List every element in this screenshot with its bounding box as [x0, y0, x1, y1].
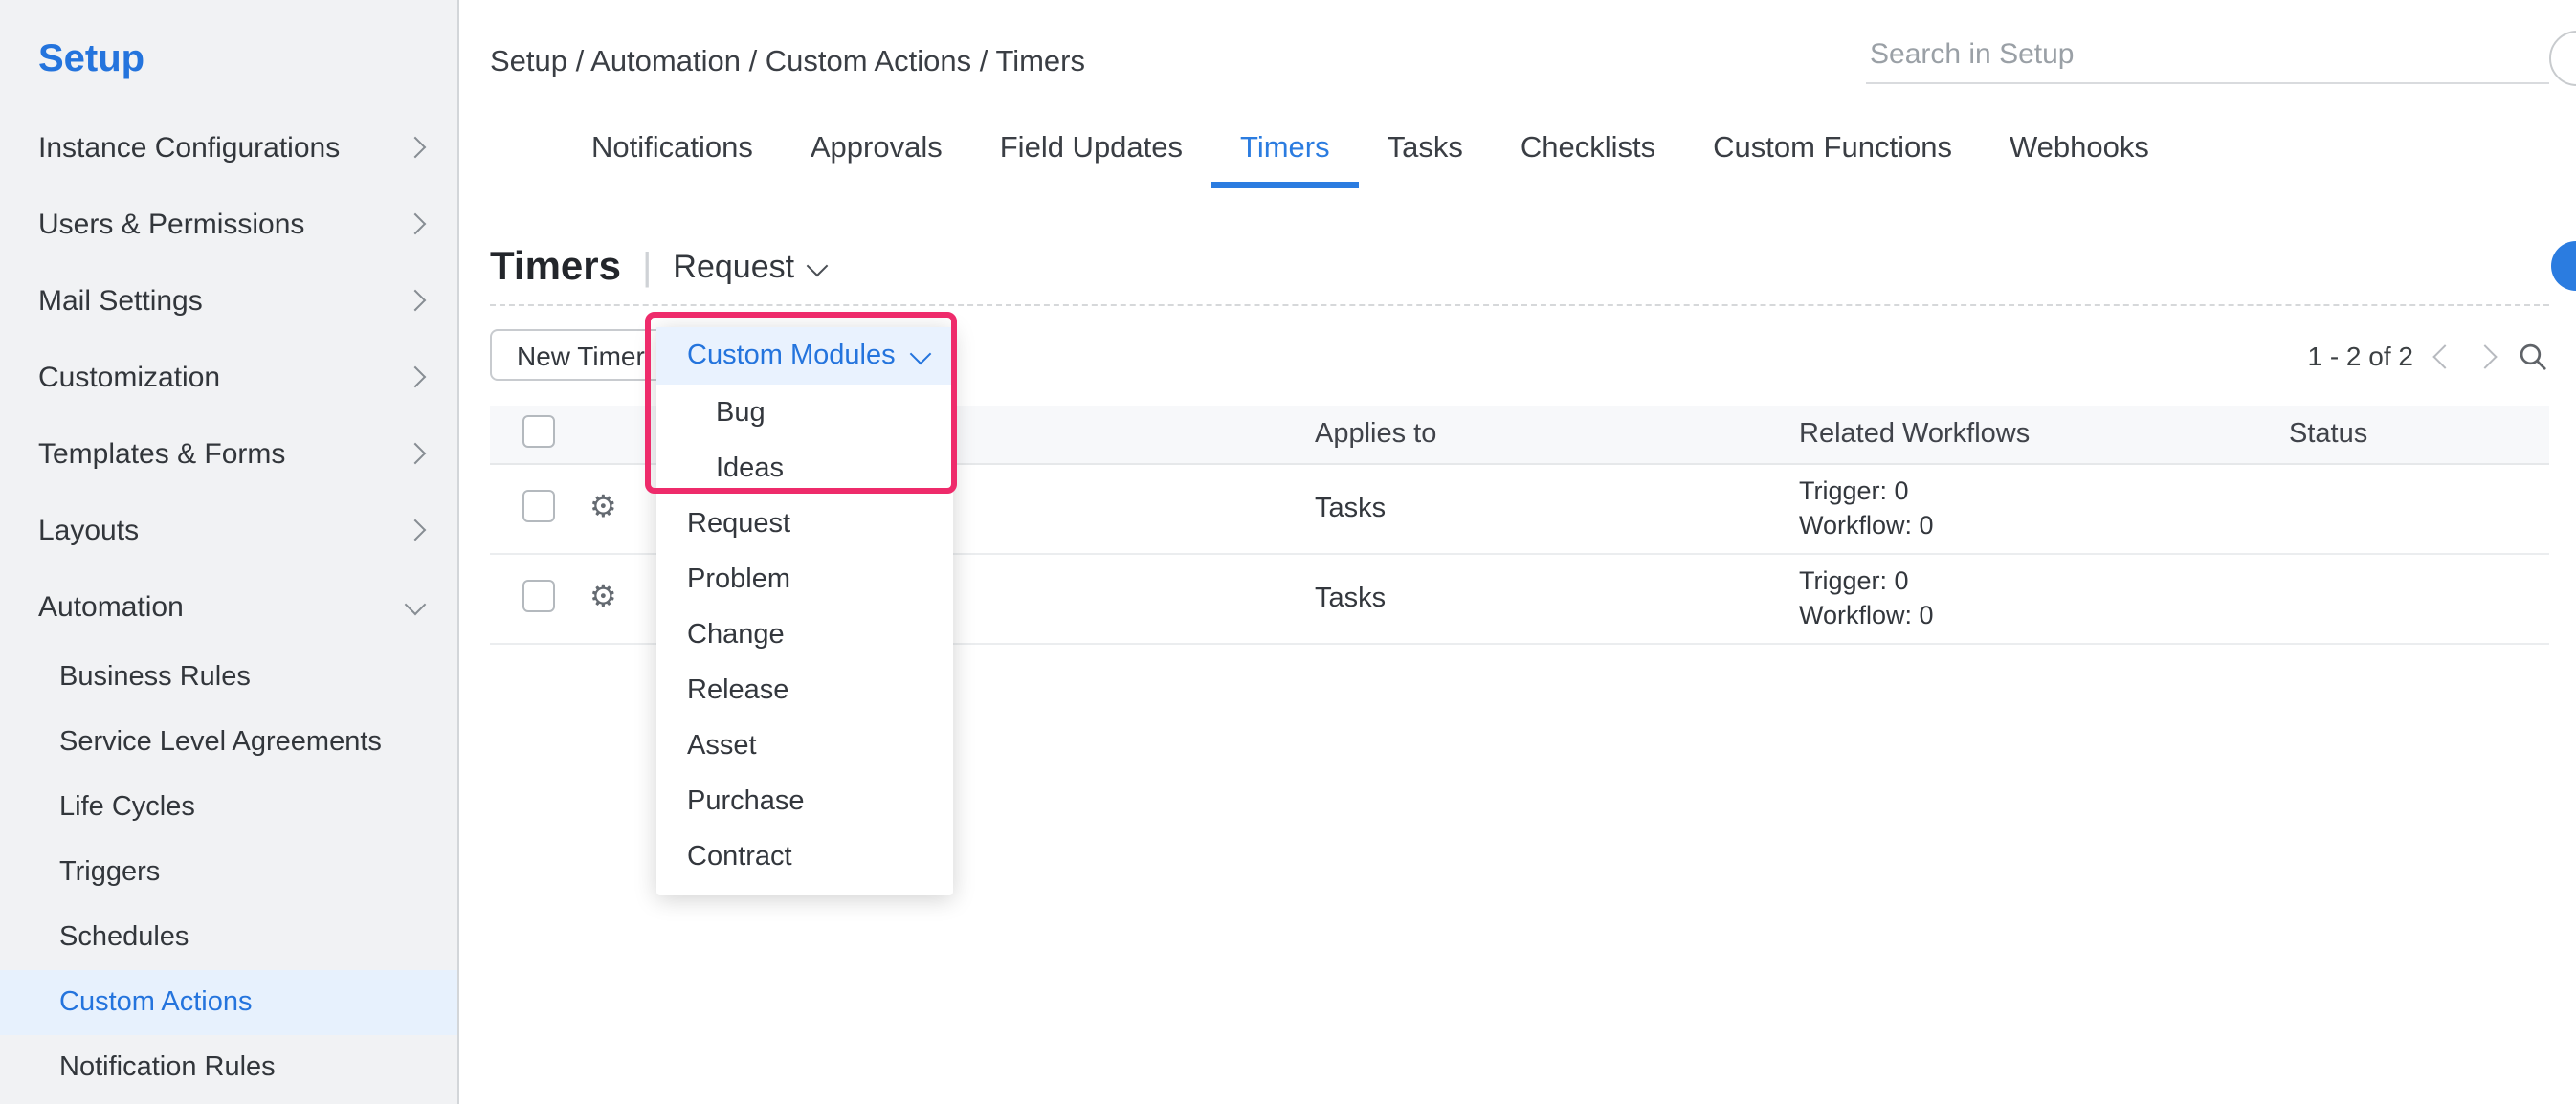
sidebar-item-users-permissions[interactable]: Users & Permissions [0, 186, 457, 262]
sidebar-item-label: Mail Settings [38, 284, 203, 317]
title-row: Timers | Request [490, 237, 825, 298]
view-selector-label: Request [673, 249, 794, 287]
new-timer-button[interactable]: New Timer [490, 329, 672, 381]
sidebar-item-business-rules[interactable]: Business Rules [0, 645, 457, 710]
gear-icon[interactable]: ⚙ [589, 582, 617, 614]
sidebar-item-label: Templates & Forms [38, 437, 285, 470]
sidebar-item-custom-actions[interactable]: Custom Actions [0, 970, 457, 1035]
sidebar-subitem-label: Triggers [59, 857, 160, 888]
page-title: Timers [490, 245, 621, 291]
sidebar-item-label: Customization [38, 361, 220, 393]
chevron-down-icon [405, 593, 427, 615]
row-checkbox[interactable] [522, 579, 555, 611]
sidebar-item-service-level-agreements[interactable]: Service Level Agreements [0, 710, 457, 775]
floating-action-button-cutoff[interactable] [2551, 241, 2576, 291]
toggle-knob [2293, 513, 2320, 540]
tab-webhooks[interactable]: Webhooks [1981, 115, 2178, 188]
row-checkbox[interactable] [522, 489, 555, 521]
sidebar-subitem-label: Business Rules [59, 662, 251, 693]
pagination: 1 - 2 of 2 [2307, 333, 2549, 379]
tab-field-updates[interactable]: Field Updates [971, 115, 1211, 188]
dropdown-item-contract[interactable]: Contract [656, 828, 953, 884]
gear-icon[interactable]: ⚙ [589, 492, 617, 524]
chevron-right-icon [405, 519, 427, 541]
sidebar-item-layouts[interactable]: Layouts [0, 492, 457, 568]
sidebar-item-label: Instance Configurations [38, 131, 340, 164]
column-header-related-workflows: Related Workflows [1799, 419, 2289, 450]
tab-approvals[interactable]: Approvals [782, 115, 971, 188]
toggle-knob [2293, 603, 2320, 629]
module-dropdown: Custom Modules Bug Ideas Request Problem… [656, 327, 953, 895]
sidebar-item-notification-rules[interactable]: Notification Rules [0, 1035, 457, 1100]
sidebar: Setup Instance Configurations Users & Pe… [0, 0, 459, 1104]
sidebar-item-automation[interactable]: Automation [0, 568, 457, 645]
chevron-right-icon [405, 443, 427, 465]
workflow-count: Workflow: 0 [1799, 509, 2289, 543]
title-divider: | [642, 246, 652, 290]
dropdown-item-request[interactable]: Request [656, 496, 953, 551]
sidebar-item-label: Automation [38, 590, 184, 623]
related-workflows-cell: Trigger: 0 Workflow: 0 [1799, 564, 2289, 633]
dropdown-item-ideas[interactable]: Ideas [656, 440, 953, 496]
sidebar-item-instance-configurations[interactable]: Instance Configurations [0, 109, 457, 186]
sidebar-item-label: Layouts [38, 514, 139, 546]
chevron-down-icon [909, 342, 931, 364]
previous-page-icon[interactable] [2432, 343, 2456, 367]
page-count: 1 - 2 of 2 [2307, 341, 2413, 371]
sidebar-subitem-label: Service Level Agreements [59, 727, 382, 758]
dropdown-item-asset[interactable]: Asset [656, 718, 953, 773]
breadcrumb: Setup / Automation / Custom Actions / Ti… [490, 46, 1085, 80]
search-list-icon[interactable] [2517, 340, 2549, 372]
sidebar-subitem-label: Life Cycles [59, 792, 195, 823]
sidebar-item-schedules[interactable]: Schedules [0, 905, 457, 970]
dropdown-item-purchase[interactable]: Purchase [656, 773, 953, 828]
trigger-count: Trigger: 0 [1799, 475, 2289, 509]
sidebar-subitem-label: Notification Rules [59, 1052, 276, 1083]
tab-bar: Notifications Approvals Field Updates Ti… [563, 115, 2178, 188]
dashed-separator [490, 304, 2549, 306]
related-workflows-cell: Trigger: 0 Workflow: 0 [1799, 475, 2289, 543]
app-window: Setup Instance Configurations Users & Pe… [0, 0, 2576, 1104]
tab-tasks[interactable]: Tasks [1359, 115, 1492, 188]
dropdown-header-label: Custom Modules [687, 341, 896, 371]
search-input[interactable] [1866, 27, 2557, 82]
module-view-selector[interactable]: Request [673, 249, 825, 287]
tab-custom-functions[interactable]: Custom Functions [1684, 115, 1981, 188]
tab-notifications[interactable]: Notifications [563, 115, 782, 188]
sidebar-item-mail-settings[interactable]: Mail Settings [0, 262, 457, 339]
column-header-applies-to: Applies to [1315, 419, 1799, 450]
chevron-right-icon [405, 290, 427, 312]
dropdown-item-change[interactable]: Change [656, 607, 953, 662]
tab-checklists[interactable]: Checklists [1492, 115, 1684, 188]
trigger-count: Trigger: 0 [1799, 564, 2289, 599]
select-all-checkbox[interactable] [522, 414, 555, 447]
dropdown-item-bug[interactable]: Bug [656, 385, 953, 440]
dropdown-header-custom-modules[interactable]: Custom Modules [656, 327, 953, 385]
dropdown-item-release[interactable]: Release [656, 662, 953, 718]
dropdown-item-problem[interactable]: Problem [656, 551, 953, 607]
chevron-down-icon [807, 254, 829, 276]
applies-to-cell: Tasks [1315, 584, 1799, 614]
main-content: Setup / Automation / Custom Actions / Ti… [459, 0, 2576, 1104]
applies-to-cell: Tasks [1315, 494, 1799, 524]
sidebar-item-life-cycles[interactable]: Life Cycles [0, 775, 457, 840]
chevron-right-icon [405, 137, 427, 159]
chevron-right-icon [405, 213, 427, 235]
sidebar-subitem-label: Custom Actions [59, 987, 253, 1018]
sidebar-item-label: Users & Permissions [38, 208, 304, 240]
column-header-status: Status [2289, 419, 2549, 450]
sidebar-item-customization[interactable]: Customization [0, 339, 457, 415]
setup-title: Setup [0, 0, 457, 109]
sidebar-item-templates-forms[interactable]: Templates & Forms [0, 415, 457, 492]
chevron-right-icon [405, 366, 427, 388]
next-page-icon[interactable] [2473, 343, 2497, 367]
setup-search [1866, 27, 2549, 84]
tab-timers[interactable]: Timers [1211, 115, 1359, 188]
sidebar-nav: Instance Configurations Users & Permissi… [0, 109, 457, 1100]
sidebar-subitem-label: Schedules [59, 922, 189, 953]
sidebar-item-triggers[interactable]: Triggers [0, 840, 457, 905]
workflow-count: Workflow: 0 [1799, 599, 2289, 633]
